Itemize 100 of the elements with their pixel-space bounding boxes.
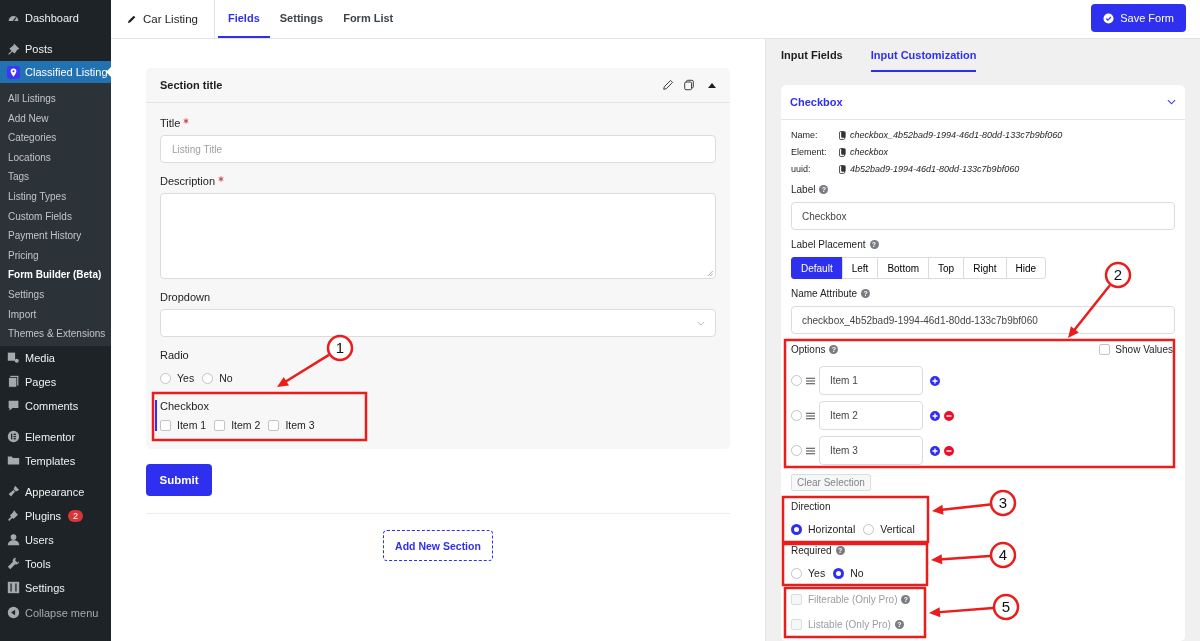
add-icon[interactable] (930, 445, 940, 456)
tab[interactable]: Fields (217, 0, 270, 38)
meta-value: checkbox_4b52bad9-1994-46d1-80dd-133c7b9bf060 (850, 130, 1063, 140)
submenu-item[interactable]: Payment History (0, 226, 111, 246)
sidebar-item[interactable]: Comments (0, 393, 111, 418)
placement-option[interactable]: Bottom (877, 257, 930, 279)
section-title: Section title (160, 79, 223, 91)
add-new-section-button[interactable]: Add New Section (383, 530, 493, 561)
sidebar-item[interactable]: Classified Listing (0, 61, 111, 83)
option-input[interactable]: Item 1 (819, 366, 923, 395)
tab[interactable]: Settings (269, 0, 334, 38)
meta-key: Element: (791, 147, 839, 157)
brush-icon (7, 485, 20, 499)
placement-option[interactable]: Default (791, 257, 843, 279)
drag-handle-icon[interactable] (806, 411, 815, 420)
radio-option[interactable]: Horizontal (791, 523, 856, 535)
radio-option[interactable]: No (833, 567, 864, 579)
submenu-item[interactable]: Form Builder (Beta) (0, 265, 111, 285)
field-label: Required (791, 545, 832, 556)
field-label: Direction (791, 501, 831, 512)
panel-tab[interactable]: Input Fields (781, 39, 843, 72)
radio-button[interactable] (160, 372, 171, 384)
checkbox-option[interactable]: Item 3 (268, 419, 315, 431)
callout-number: 1 (326, 334, 354, 362)
sidebar-item[interactable]: Users (0, 527, 111, 552)
radio-option[interactable]: Yes (160, 372, 195, 384)
default-option-radio[interactable] (791, 445, 802, 456)
submenu-item[interactable]: Add New (0, 108, 111, 129)
copy-icon[interactable] (683, 79, 695, 91)
sidebar-item[interactable]: Posts (0, 37, 111, 61)
annotation-arrow (1068, 284, 1111, 338)
plug-icon (7, 509, 20, 523)
checkbox-option[interactable]: Item 1 (160, 419, 207, 431)
save-form-button[interactable]: Save Form (1091, 4, 1186, 32)
radio-button[interactable] (791, 523, 802, 535)
text-input[interactable]: Listing Title (160, 135, 716, 163)
radio-button[interactable] (833, 567, 845, 579)
copy-icon[interactable] (839, 164, 846, 174)
submenu-item[interactable]: Locations (0, 147, 111, 168)
add-icon[interactable] (930, 410, 940, 421)
sidebar-item[interactable]: Tools (0, 551, 111, 576)
show-values-option[interactable]: Show Values (1099, 344, 1175, 355)
sidebar-item[interactable]: Appearance (0, 479, 111, 504)
radio-button[interactable] (791, 567, 802, 579)
field-label: Radio (160, 349, 189, 361)
collapse-caret-icon[interactable] (708, 82, 716, 88)
label-input[interactable]: Checkbox (791, 202, 1175, 230)
drag-handle-icon[interactable] (806, 446, 815, 455)
default-option-radio[interactable] (791, 410, 802, 421)
option-input[interactable]: Item 2 (819, 401, 923, 430)
sidebar-item[interactable]: Dashboard (0, 6, 111, 30)
submenu-item[interactable]: Categories (0, 128, 111, 148)
sidebar-item[interactable]: Media (0, 345, 111, 370)
chevron-down-icon (697, 321, 705, 326)
add-icon[interactable] (930, 375, 940, 386)
submenu-item[interactable]: Themes & Extensions (0, 324, 111, 344)
panel-tab[interactable]: Input Customization (870, 39, 977, 72)
radio-button[interactable] (863, 523, 875, 535)
placement-option[interactable]: Right (963, 257, 1007, 279)
remove-icon[interactable] (944, 410, 954, 421)
placement-option[interactable]: Top (928, 257, 965, 279)
placement-option[interactable]: Hide (1005, 257, 1047, 279)
sidebar-item[interactable]: Pages (0, 369, 111, 394)
radio-button[interactable] (202, 372, 214, 384)
submenu-item[interactable]: All Listings (0, 89, 111, 109)
option-input[interactable]: Item 3 (819, 436, 923, 465)
edit-pencil-icon[interactable] (662, 79, 674, 91)
submenu-item[interactable]: Pricing (0, 245, 111, 266)
submit-button[interactable]: Submit (146, 464, 212, 496)
checkbox-option[interactable]: Item 2 (214, 419, 261, 431)
tab[interactable]: Form List (333, 0, 404, 38)
textarea-field[interactable] (160, 193, 716, 279)
remove-icon[interactable] (944, 445, 954, 456)
checkbox[interactable] (268, 419, 280, 431)
radio-option[interactable]: No (202, 372, 233, 384)
chevron-icon[interactable] (1167, 99, 1176, 105)
submenu-item[interactable]: Tags (0, 167, 111, 187)
sidebar-item[interactable]: Templates (0, 448, 111, 473)
collapse-menu-button[interactable]: Collapse menu (0, 600, 111, 625)
radio-option[interactable]: Yes (791, 567, 826, 579)
sidebar-item[interactable]: Elementor (0, 424, 111, 449)
checkbox[interactable] (214, 419, 226, 431)
name-attribute-input[interactable]: checkbox_4b52bad9-1994-46d1-80dd-133c7b9bf060 (791, 306, 1175, 334)
submenu-item[interactable]: Custom Fields (0, 206, 111, 227)
sidebar-item[interactable]: Settings (0, 575, 111, 600)
submenu-item[interactable]: Settings (0, 284, 111, 305)
circle-logo-icon (7, 430, 20, 444)
field-label: Label (791, 184, 816, 195)
sidebar-item[interactable]: Plugins 2 (0, 503, 111, 528)
drag-handle-icon[interactable] (806, 376, 815, 385)
callout-number: 4 (989, 541, 1017, 569)
submenu-item[interactable]: Import (0, 304, 111, 325)
copy-icon[interactable] (839, 130, 846, 140)
checkbox[interactable] (1099, 344, 1111, 355)
default-option-radio[interactable] (791, 375, 802, 386)
form-name[interactable]: Car Listing (111, 0, 215, 38)
checkbox[interactable] (160, 419, 171, 431)
radio-option[interactable]: Vertical (863, 523, 915, 535)
copy-icon[interactable] (839, 147, 846, 157)
submenu-item[interactable]: Listing Types (0, 186, 111, 207)
